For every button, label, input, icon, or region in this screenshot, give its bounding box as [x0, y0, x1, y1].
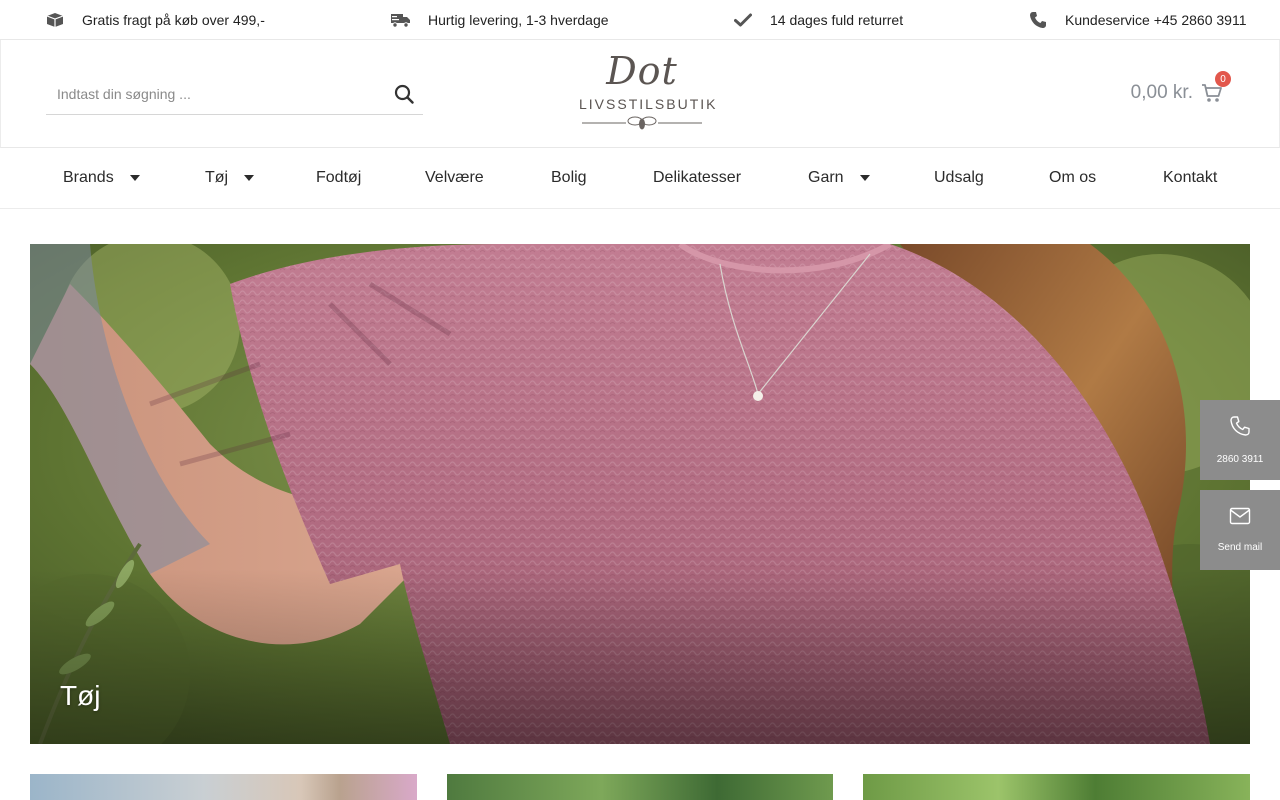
cart-amount: 0,00 kr.	[1130, 82, 1193, 103]
nav-label: Velvære	[425, 169, 484, 186]
search-form	[46, 73, 423, 115]
category-tile-3[interactable]	[863, 774, 1250, 800]
nav-label: Udsalg	[934, 169, 984, 186]
float-call-label: 2860 3911	[1216, 454, 1264, 465]
nav-item-toj[interactable]: Tøj	[205, 148, 255, 208]
usp-bar: Gratis fragt på køb over 499,- Hurtig le…	[0, 0, 1280, 40]
caret-down-icon	[244, 175, 255, 181]
nav-label: Garn	[808, 169, 844, 186]
cart-icon: 0	[1201, 71, 1231, 104]
nav-label: Delikatesser	[653, 169, 742, 186]
nav-label: Tøj	[205, 169, 229, 186]
box-icon	[44, 9, 66, 31]
usp-text: Hurtig levering, 1-3 hverdage	[428, 12, 609, 28]
nav-item-velvaere[interactable]: Velvære	[425, 148, 484, 208]
nav-label: Bolig	[551, 169, 587, 186]
usp-text: 14 dages fuld returret	[770, 12, 904, 28]
main-nav: Brands Tøj Fodtøj Velvære Bolig Delikate…	[0, 148, 1280, 209]
nav-item-delikatesser[interactable]: Delikatesser	[653, 148, 741, 208]
usp-customer-service[interactable]: Kundeservice +45 2860 3911	[1027, 0, 1247, 40]
nav-label: Om os	[1049, 169, 1097, 186]
category-tile-2[interactable]	[447, 774, 833, 800]
float-mail-label: Send mail	[1217, 542, 1263, 553]
logo-script: Dot	[606, 49, 678, 93]
cart-button[interactable]: 0,00 kr. 0	[1130, 71, 1231, 108]
site-logo[interactable]: Dot LIVSSTILSBUTIK	[579, 49, 718, 140]
truck-icon	[390, 9, 412, 31]
nav-item-brands[interactable]: Brands	[63, 148, 140, 208]
search-icon[interactable]	[393, 83, 415, 105]
nav-item-bolig[interactable]: Bolig	[551, 148, 587, 208]
nav-label: Fodtøj	[316, 169, 362, 186]
bee-icon	[582, 116, 702, 130]
nav-label: Kontakt	[1163, 169, 1218, 186]
usp-free-shipping: Gratis fragt på køb over 499,-	[44, 0, 265, 40]
nav-item-kontakt[interactable]: Kontakt	[1163, 148, 1217, 208]
hero-banner-toj[interactable]: Tøj	[30, 244, 1250, 744]
nav-item-om-os[interactable]: Om os	[1049, 148, 1096, 208]
nav-label: Brands	[63, 169, 114, 186]
search-input[interactable]	[46, 73, 366, 114]
nav-item-udsalg[interactable]: Udsalg	[934, 148, 984, 208]
envelope-icon	[1229, 507, 1251, 530]
float-call-button[interactable]: 2860 3911	[1200, 400, 1280, 480]
usp-text: Gratis fragt på køb over 499,-	[82, 12, 265, 28]
float-mail-button[interactable]: Send mail	[1200, 490, 1280, 570]
check-icon	[732, 9, 754, 31]
nav-item-garn[interactable]: Garn	[808, 148, 870, 208]
cart-count-badge: 0	[1215, 71, 1231, 87]
caret-down-icon	[859, 175, 870, 181]
caret-down-icon	[129, 175, 140, 181]
site-header: Dot LIVSSTILSBUTIK 0,00 kr. 0	[0, 40, 1280, 148]
usp-return: 14 dages fuld returret	[732, 0, 903, 40]
phone-icon	[1229, 415, 1251, 442]
phone-icon	[1027, 9, 1049, 31]
usp-text: Kundeservice +45 2860 3911	[1065, 12, 1247, 28]
category-tile-garn[interactable]	[30, 774, 417, 800]
logo-wordmark: LIVSSTILSBUTIK	[579, 96, 718, 112]
usp-fast-delivery: Hurtig levering, 1-3 hverdage	[390, 0, 609, 40]
nav-item-fodtoj[interactable]: Fodtøj	[316, 148, 361, 208]
hero-title: Tøj	[60, 680, 101, 711]
hero-image	[30, 244, 1250, 744]
